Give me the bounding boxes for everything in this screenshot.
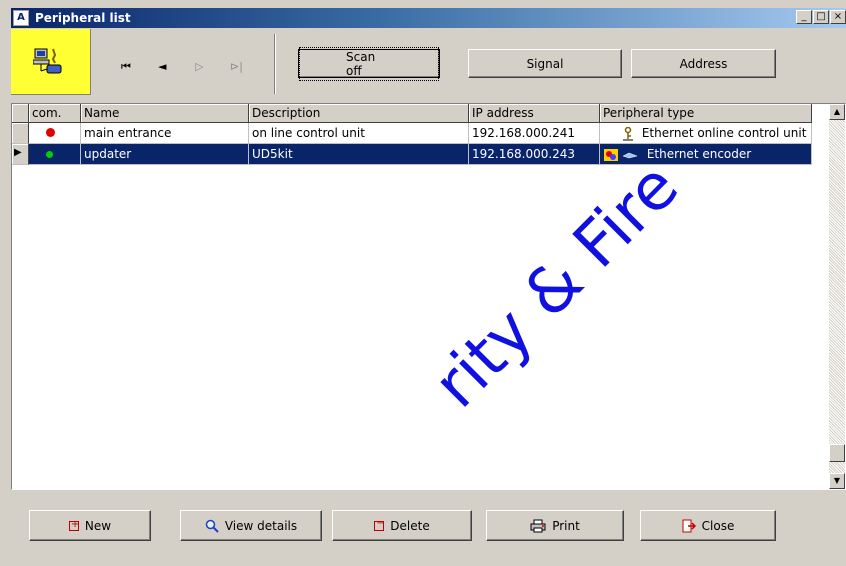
close-button[interactable]: Close <box>640 510 776 541</box>
status-dot-icon <box>46 151 53 158</box>
peripheral-table[interactable]: com. Name Description IP address Periphe… <box>11 103 846 490</box>
peripheral-type-cell[interactable]: Ethernet encoder <box>600 144 812 165</box>
status-dot-icon <box>46 128 55 137</box>
delete-label: Delete <box>390 518 430 533</box>
column-header-peripheral-type[interactable]: Peripheral type <box>600 104 812 123</box>
new-label: New <box>84 518 112 533</box>
key-icon <box>623 126 633 140</box>
view-details-button[interactable]: View details <box>180 510 322 541</box>
magnifier-icon <box>205 519 219 533</box>
prev-record-icon[interactable]: ◄ <box>158 60 166 73</box>
minimize-button[interactable]: _ <box>796 10 812 24</box>
scroll-up-icon[interactable]: ▲ <box>829 104 845 120</box>
printer-icon <box>530 519 546 532</box>
plus-icon: + <box>68 518 80 531</box>
last-record-icon[interactable]: ⊳| <box>230 60 243 73</box>
ip-address-cell[interactable]: 192.168.000.243 <box>469 144 600 165</box>
window-controls: _ □ × <box>796 10 846 24</box>
app-icon: A <box>13 10 29 26</box>
column-header-com[interactable]: com. <box>29 104 81 123</box>
com-status-cell <box>29 144 81 165</box>
table-header: com. Name Description IP address Periphe… <box>12 104 812 123</box>
description-cell[interactable]: UD5kit <box>249 144 469 165</box>
title-bar: A Peripheral list _ □ × <box>11 8 846 28</box>
window-title: Peripheral list <box>35 11 131 25</box>
scan-off-label: Scan off <box>299 46 439 81</box>
signal-label: Signal <box>526 56 564 71</box>
table-row[interactable]: main entrance on line control unit 192.1… <box>12 123 812 144</box>
name-cell[interactable]: main entrance <box>81 123 249 144</box>
first-record-icon[interactable]: ⏮ <box>121 60 131 74</box>
address-button[interactable]: Address <box>631 49 776 78</box>
table-row[interactable]: ▶ updater UD5kit 192.168.000.243 Etherne… <box>12 144 812 165</box>
address-label: Address <box>679 56 728 71</box>
row-indicator-header <box>12 104 29 123</box>
column-header-name[interactable]: Name <box>81 104 249 123</box>
delete-button[interactable]: − Delete <box>332 510 472 541</box>
close-window-button[interactable]: × <box>830 10 846 24</box>
description-cell[interactable]: on line control unit <box>249 123 469 144</box>
column-header-description[interactable]: Description <box>249 104 469 123</box>
print-button[interactable]: Print <box>486 510 624 541</box>
name-cell[interactable]: updater <box>81 144 249 165</box>
maximize-button[interactable]: □ <box>813 10 829 24</box>
view-details-label: View details <box>224 518 298 533</box>
print-label: Print <box>552 518 580 533</box>
com-status-cell <box>29 123 81 144</box>
exit-door-icon <box>682 519 696 532</box>
ip-address-cell[interactable]: 192.168.000.241 <box>469 123 600 144</box>
scroll-down-icon[interactable]: ▼ <box>829 473 845 489</box>
peripheral-type-label: Ethernet online control unit <box>641 126 807 140</box>
computer-network-icon <box>33 48 62 74</box>
new-button[interactable]: + New <box>29 510 151 541</box>
row-indicator <box>12 123 29 144</box>
scroll-thumb[interactable] <box>829 444 845 462</box>
toolbar-separator <box>274 34 276 94</box>
signal-button[interactable]: Signal <box>468 49 622 78</box>
vertical-scrollbar[interactable]: ▲ ▼ <box>829 104 845 489</box>
encoder-icon <box>604 148 638 161</box>
peripheral-logo <box>11 29 91 95</box>
scan-off-button[interactable]: Scan off <box>298 46 440 81</box>
minus-icon: − <box>374 517 385 531</box>
peripheral-type-cell[interactable]: Ethernet online control unit <box>600 123 812 144</box>
column-header-ip-address[interactable]: IP address <box>469 104 600 123</box>
peripheral-type-label: Ethernet encoder <box>646 147 752 161</box>
close-label: Close <box>701 518 735 533</box>
next-record-icon[interactable]: ▷ <box>195 60 203 73</box>
current-row-indicator-icon: ▶ <box>12 144 29 165</box>
